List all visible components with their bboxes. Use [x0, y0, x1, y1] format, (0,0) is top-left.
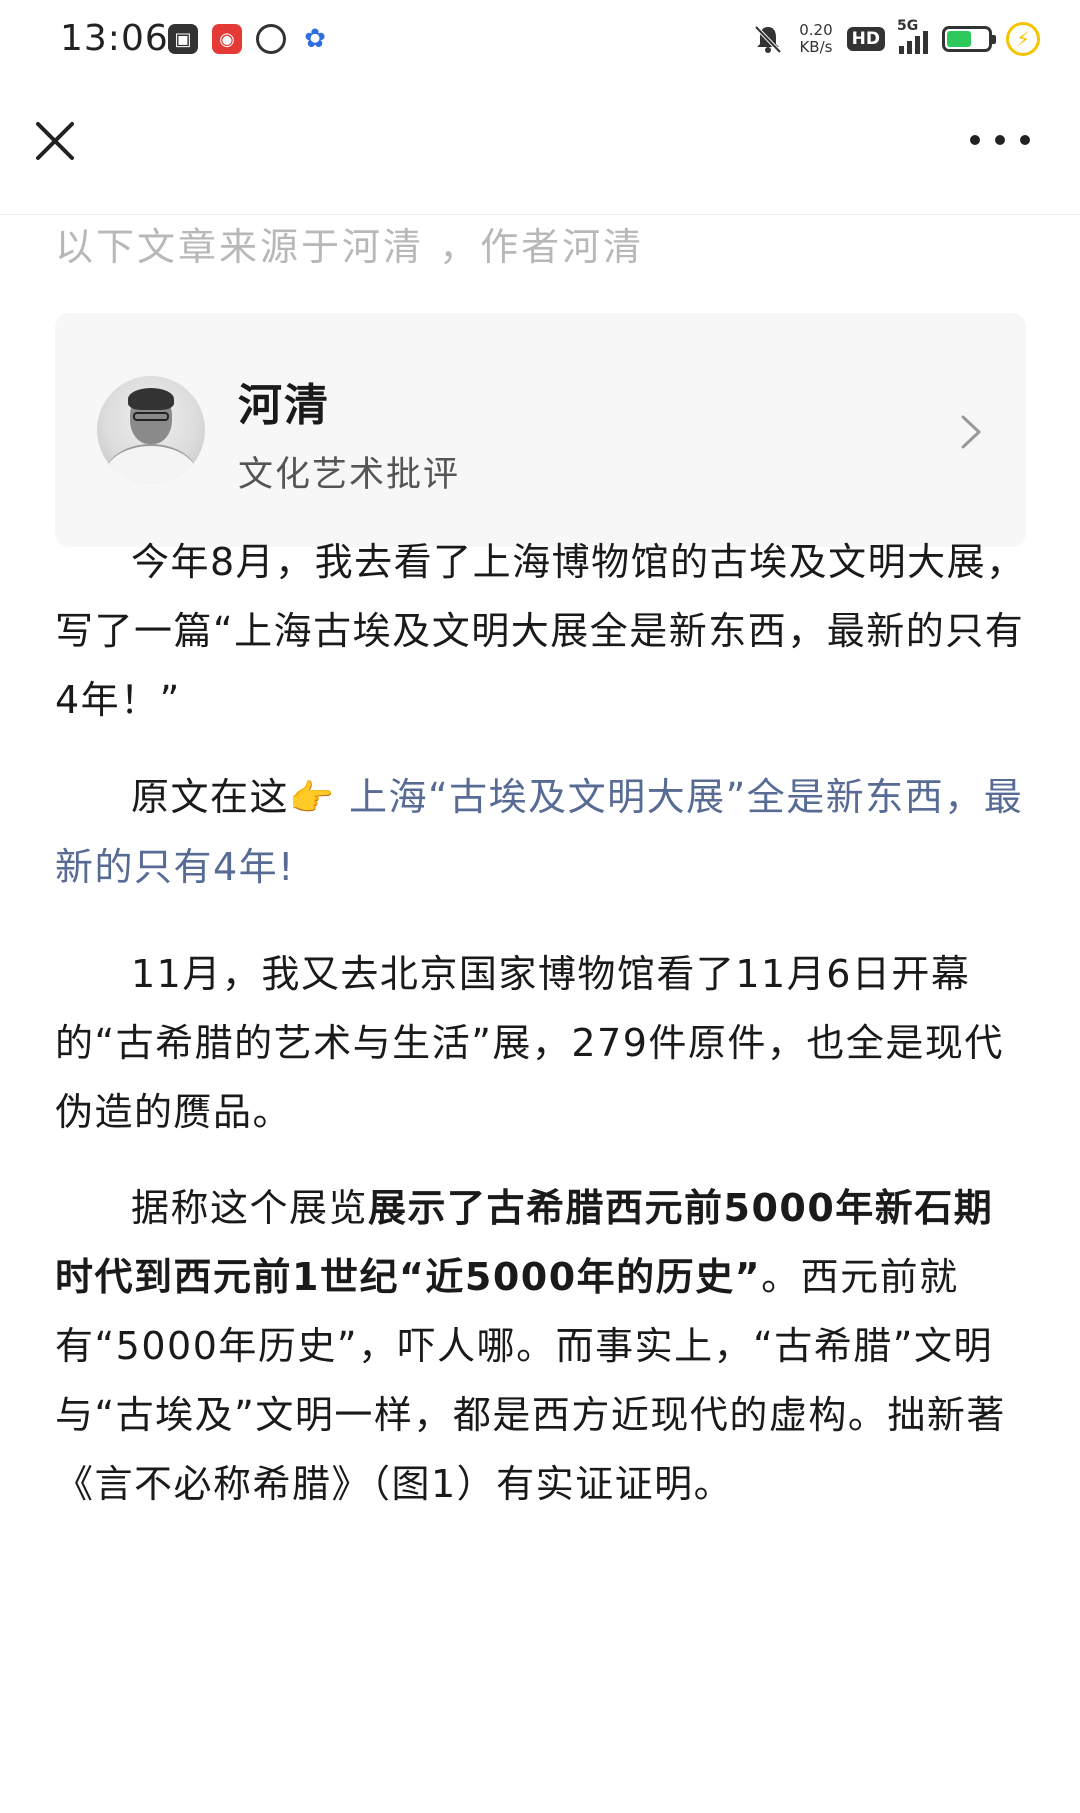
close-icon[interactable] [30, 116, 80, 166]
author-description: 文化艺术批评 [238, 455, 461, 495]
hd-badge-icon: HD [846, 27, 885, 51]
article-paragraph-3: 11月，我又去北京国家博物馆看了11月6日开幕的“古希腊的艺术与生活”展，279… [55, 952, 1004, 1134]
baidu-paw-icon: ✿ [304, 24, 326, 54]
mute-bell-icon [754, 25, 782, 54]
network-speed: 0.20 KB/s [799, 21, 833, 56]
sync-icon [256, 24, 286, 54]
source-note: 以下文章来源于河清 ，作者河清 [55, 225, 645, 269]
article-paragraph-2: 原文在这👉 上海“古埃及文明大展”全是新东西，最新的只有4年! [55, 775, 1024, 889]
battery-icon [942, 26, 996, 52]
author-name: 河清 [238, 380, 330, 431]
notification-icons: ▣ ◉ ✿ [168, 24, 330, 54]
top-nav-bar [0, 88, 1080, 215]
app-red-notification-icon: ◉ [212, 24, 242, 54]
author-card[interactable]: 河清 文化艺术批评 [55, 313, 1026, 547]
status-bar: 13:06 ▣ ◉ ✿ 0.20 KB/s HD 5G ⚡ [0, 0, 1080, 88]
system-status-icons: 0.20 KB/s HD 5G ⚡ [751, 18, 1040, 56]
article-paragraph-4: 据称这个展览展示了古希腊西元前5000年新石期时代到西元前1世纪“近5000年的… [55, 1186, 1006, 1506]
article-paragraph-1: 今年8月，我去看了上海博物馆的古埃及文明大展，写了一篇“上海古埃及文明大展全是新… [55, 540, 1026, 722]
signal-5g-icon: 5G [897, 18, 928, 54]
status-time: 13:06 [60, 18, 169, 59]
pointing-hand-icon: 👉 [289, 778, 336, 819]
avatar [97, 376, 205, 484]
more-dots-icon[interactable] [970, 130, 1030, 150]
charging-icon: ⚡ [1006, 22, 1040, 56]
chevron-right-icon [961, 415, 981, 449]
app-notification-icon: ▣ [168, 24, 198, 54]
